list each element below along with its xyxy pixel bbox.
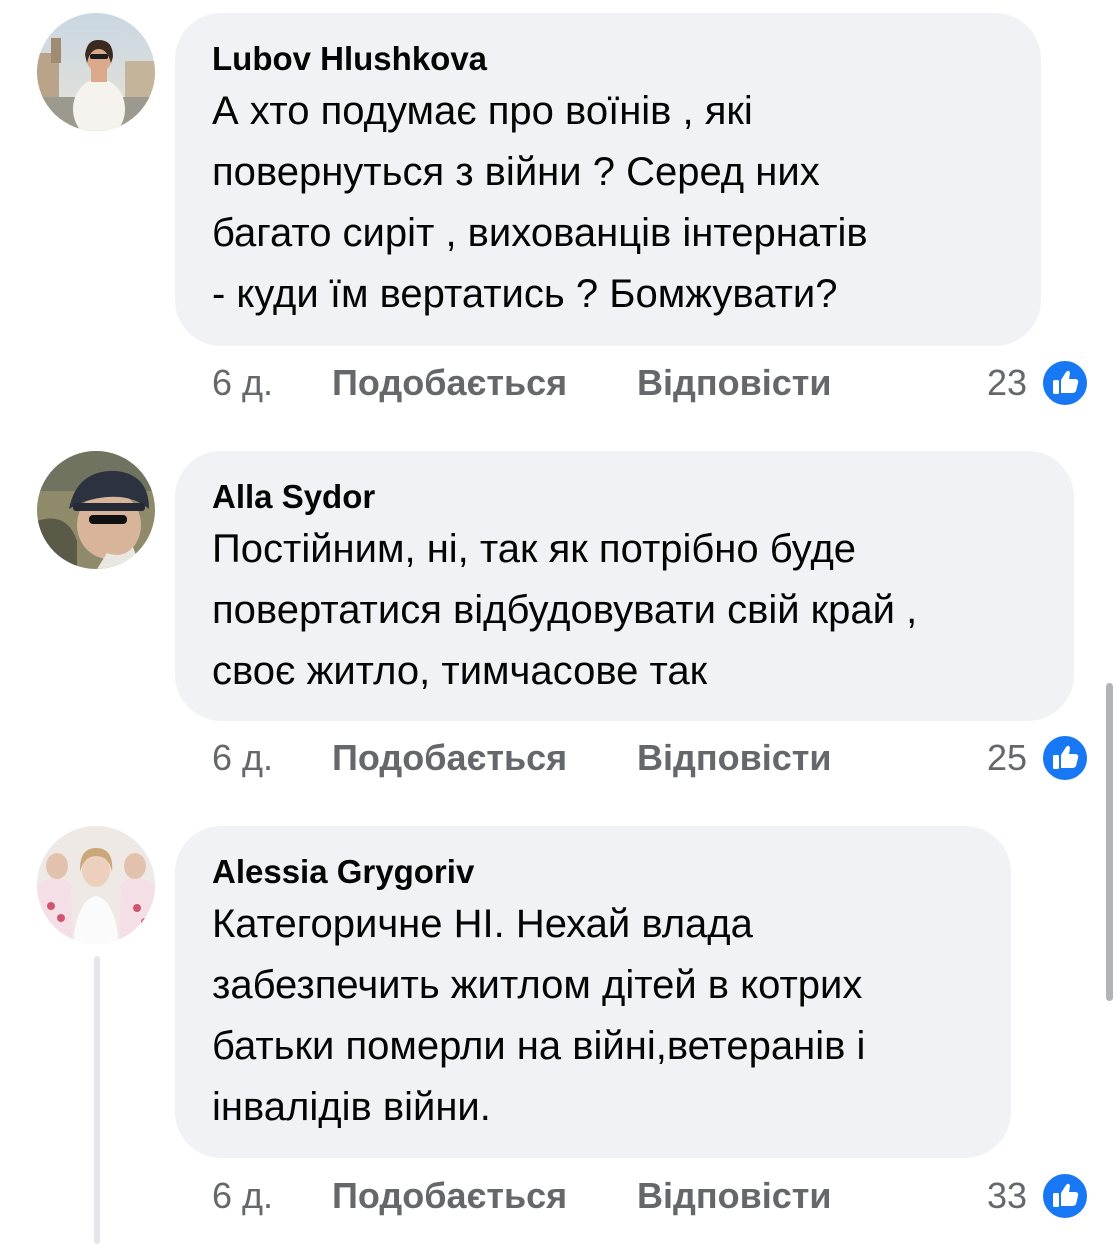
reaction-summary[interactable]: 25 bbox=[960, 733, 1089, 783]
comment-text: Постійним, ні, так як потрібно буде пове… bbox=[212, 527, 918, 693]
comment-text: Категоричне НІ. Нехай влада забезпечить … bbox=[212, 902, 866, 1129]
comment-time[interactable]: 6 д. bbox=[212, 358, 273, 408]
scrollbar[interactable] bbox=[1106, 683, 1113, 1001]
reply-thread-line bbox=[94, 956, 100, 1244]
like-button[interactable]: Подобається bbox=[332, 1171, 567, 1221]
avatar[interactable] bbox=[37, 826, 155, 944]
reaction-count: 23 bbox=[986, 362, 1027, 403]
reply-button[interactable]: Відповісти bbox=[637, 1171, 832, 1221]
thumbs-up-icon bbox=[1041, 359, 1089, 407]
reaction-summary[interactable]: 33 bbox=[960, 1171, 1089, 1221]
comment-time[interactable]: 6 д. bbox=[212, 1171, 273, 1221]
avatar[interactable] bbox=[37, 451, 155, 569]
comment-author[interactable]: Alessia Grygoriv bbox=[212, 852, 1011, 892]
like-button[interactable]: Подобається bbox=[332, 358, 567, 408]
thumbs-up-icon bbox=[1041, 1172, 1089, 1220]
thumbs-up-icon bbox=[1041, 734, 1089, 782]
reply-button[interactable]: Відповісти bbox=[637, 358, 832, 408]
like-button[interactable]: Подобається bbox=[332, 733, 567, 783]
reply-button[interactable]: Відповісти bbox=[637, 733, 832, 783]
comment-author[interactable]: Lubov Hlushkova bbox=[212, 39, 1041, 79]
comment-bubble: Alla Sydor Постійним, ні, так як потрібн… bbox=[175, 451, 1074, 721]
avatar[interactable] bbox=[37, 13, 155, 131]
reaction-summary[interactable]: 23 bbox=[960, 358, 1089, 408]
reaction-count: 33 bbox=[986, 1175, 1027, 1216]
comment-bubble: Alessia Grygoriv Категоричне НІ. Нехай в… bbox=[175, 826, 1011, 1158]
comment-time[interactable]: 6 д. bbox=[212, 733, 273, 783]
comment-text: А хто подумає про воїнів , які повернуть… bbox=[212, 89, 868, 316]
reaction-count: 25 bbox=[986, 737, 1027, 778]
comment-bubble: Lubov Hlushkova А хто подумає про воїнів… bbox=[175, 13, 1041, 346]
comment-author[interactable]: Alla Sydor bbox=[212, 477, 1074, 517]
